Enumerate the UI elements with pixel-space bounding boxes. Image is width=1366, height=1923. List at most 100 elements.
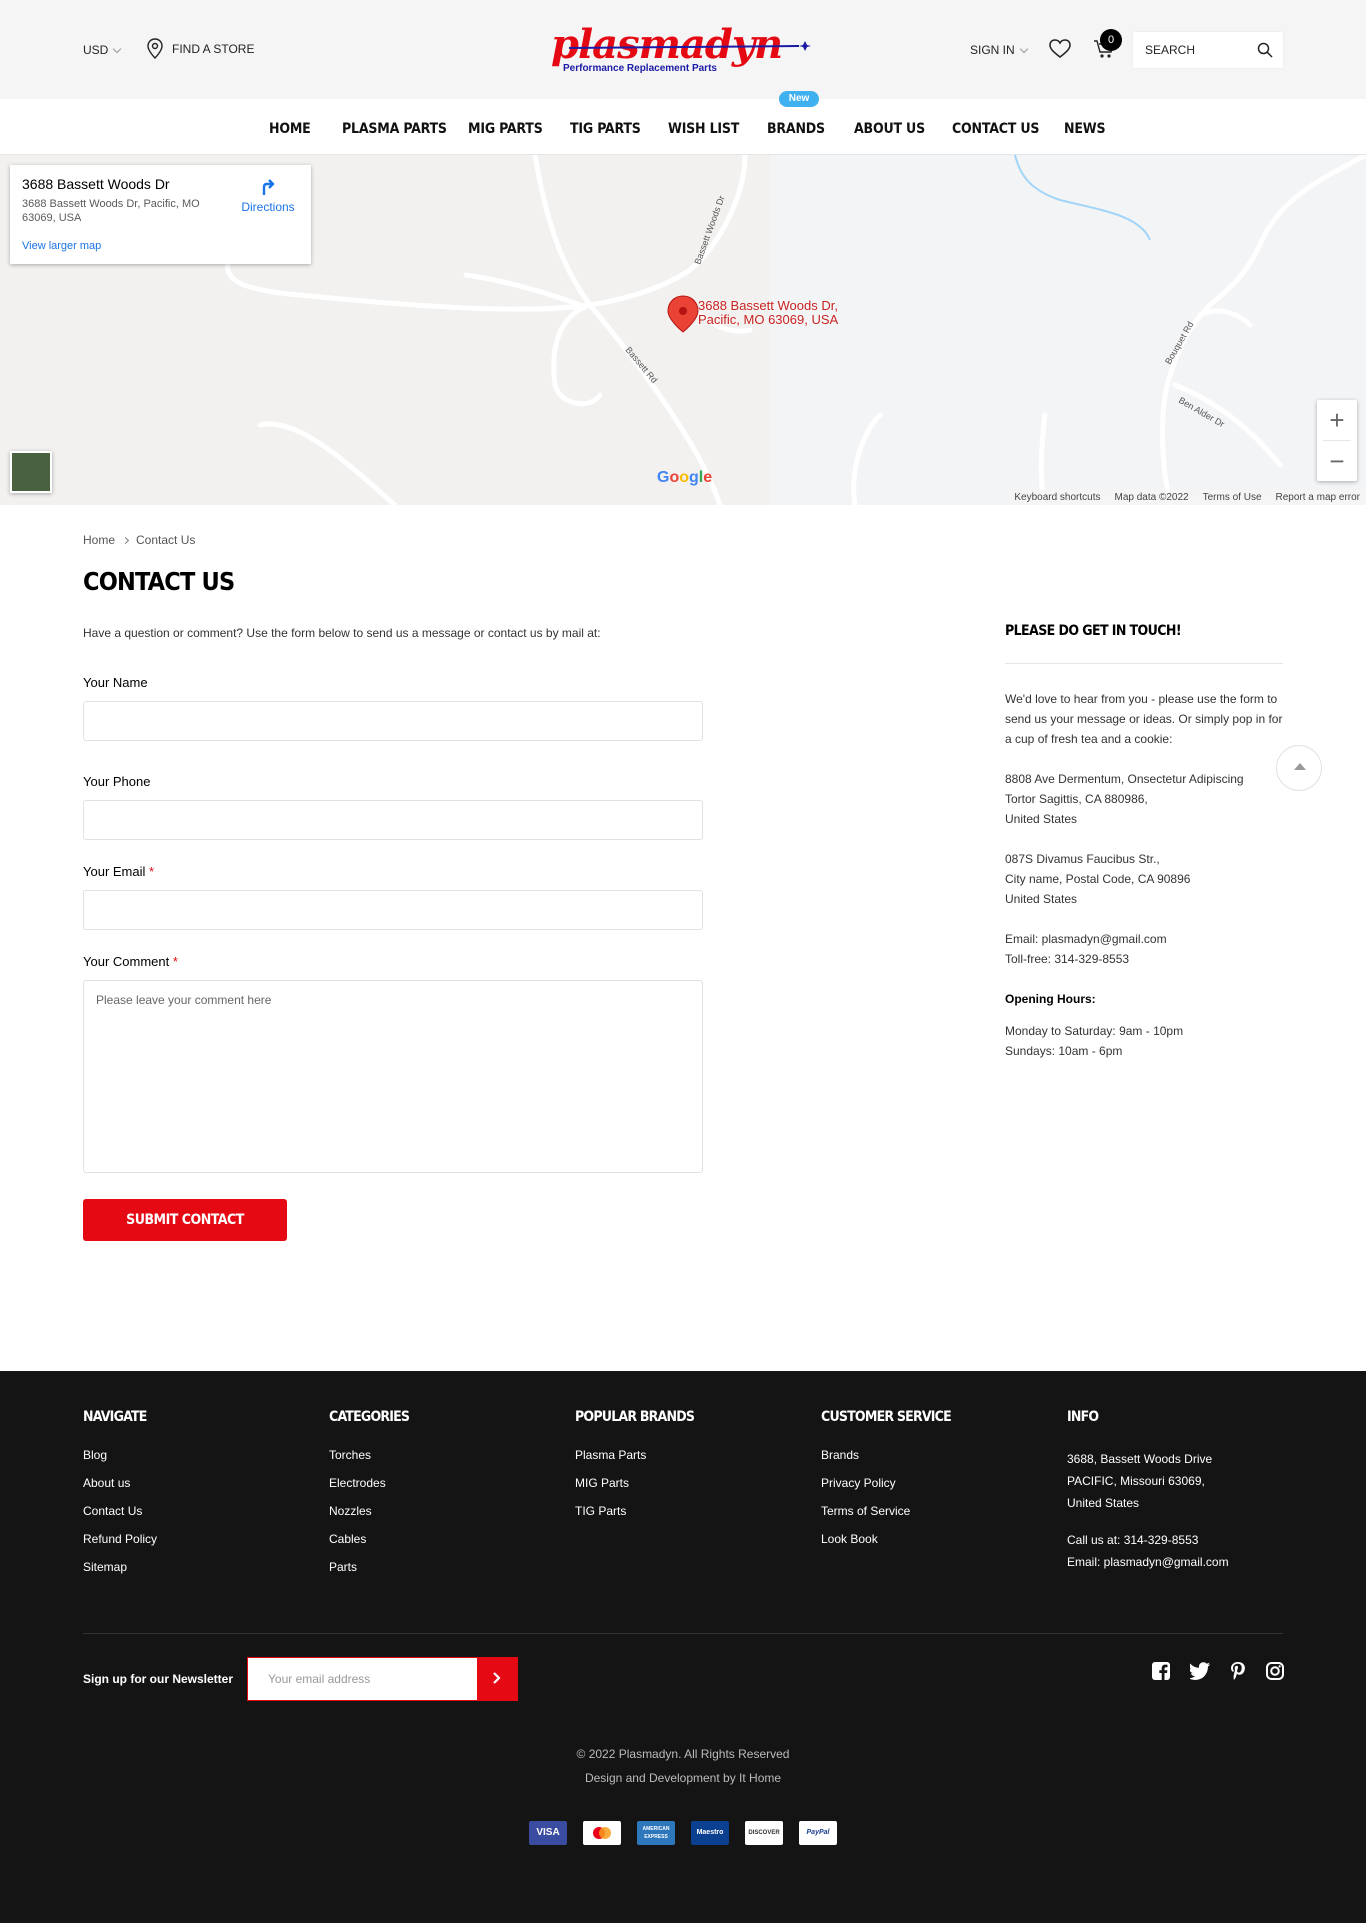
name-field[interactable]	[83, 701, 703, 741]
footer-link[interactable]: Refund Policy	[83, 1532, 157, 1549]
footer-link[interactable]: TIG Parts	[575, 1504, 694, 1521]
comment-label: Your Comment *	[83, 954, 178, 969]
sign-in-link[interactable]: SIGN IN	[970, 43, 1028, 57]
footer-link[interactable]: Terms of Service	[821, 1504, 951, 1521]
nav-plasma-parts[interactable]: PLASMA PARTS	[342, 121, 447, 137]
footer-link[interactable]: Torches	[329, 1448, 409, 1465]
heart-icon[interactable]	[1049, 39, 1071, 59]
paypal-icon: PayPal	[799, 1821, 837, 1845]
breadcrumb-home[interactable]: Home	[83, 533, 115, 547]
footer-link[interactable]: Look Book	[821, 1532, 951, 1549]
newsletter-label: Sign up for our Newsletter	[83, 1672, 234, 1686]
footer-heading: CUSTOMER SERVICE	[821, 1409, 952, 1425]
map-terms-link[interactable]: Terms of Use	[1203, 490, 1262, 505]
footer-link[interactable]: Sitemap	[83, 1560, 157, 1577]
phone-field[interactable]	[83, 800, 703, 840]
footer-customer-service: CUSTOMER SERVICE Brands Privacy Policy T…	[821, 1409, 952, 1560]
cart-count-badge: 0	[1100, 29, 1122, 51]
nav-mig-parts[interactable]: MIG PARTS	[468, 121, 543, 137]
footer-heading: INFO	[1067, 1409, 1099, 1425]
address-line: United States	[1005, 812, 1078, 826]
map-data-label: Map data ©2022	[1114, 492, 1189, 503]
comment-field[interactable]	[83, 980, 703, 1173]
footer-link[interactable]: Privacy Policy	[821, 1476, 951, 1493]
footer-popular-brands: POPULAR BRANDS Plasma Parts MIG Parts TI…	[575, 1409, 695, 1532]
footer-link[interactable]: Cables	[329, 1532, 409, 1549]
mastercard-icon	[583, 1821, 621, 1845]
directions-link[interactable]: Directions	[238, 177, 298, 214]
road-label: Bassett Rd	[623, 345, 659, 385]
amex-icon: AMERICAN EXPRESS	[637, 1821, 675, 1845]
opening-hours-title: Opening Hours:	[1005, 992, 1096, 1006]
sidebar-title: PLEASE DO GET IN TOUCH!	[1005, 623, 1283, 664]
maestro-icon: Maestro	[691, 1821, 729, 1845]
opening-hours: Monday to Saturday: 9am - 10pm Sundays: …	[1005, 1021, 1283, 1061]
google-logo: Google	[657, 469, 713, 486]
satellite-toggle[interactable]	[10, 451, 52, 493]
location-pin-icon	[147, 38, 163, 59]
submit-contact-button[interactable]: SUBMIT CONTACT	[83, 1199, 287, 1241]
twitter-icon[interactable]	[1190, 1662, 1210, 1680]
newsletter-email-input[interactable]	[268, 1658, 468, 1700]
nav-news[interactable]: NEWS	[1064, 121, 1106, 137]
nav-about-us[interactable]: ABOUT US	[854, 121, 925, 137]
footer-link[interactable]: Contact Us	[83, 1504, 157, 1521]
google-map[interactable]: Bassett Woods Dr Bassett Rd Bouquet Rd B…	[0, 155, 1366, 505]
directions-icon	[262, 179, 275, 195]
view-larger-map-link[interactable]: View larger map	[22, 240, 101, 252]
chevron-right-icon	[121, 536, 130, 544]
nav-contact-us[interactable]: CONTACT US	[952, 121, 1039, 137]
currency-label: USD	[83, 43, 109, 57]
footer-link[interactable]: Electrodes	[329, 1476, 409, 1493]
site-logo[interactable]: plasmadyn Performance Replacement Parts	[549, 21, 819, 76]
address-line: 8808 Ave Dermentum, Onsectetur Adipiscin…	[1005, 772, 1244, 786]
discover-icon: DISCOVER	[745, 1821, 783, 1845]
sidebar-address-2: 087S Divamus Faucibus Str., City name, P…	[1005, 849, 1283, 909]
facebook-icon[interactable]	[1152, 1662, 1170, 1680]
nav-brands[interactable]: BRANDS	[767, 121, 825, 137]
newsletter-submit-button[interactable]	[477, 1658, 517, 1700]
phone-label: Your Phone	[83, 774, 151, 789]
email-field[interactable]	[83, 890, 703, 930]
footer-link[interactable]: MIG Parts	[575, 1476, 694, 1493]
credit-link[interactable]: Design and Development by It Home	[0, 1771, 1366, 1785]
footer-link[interactable]: Blog	[83, 1448, 157, 1465]
footer-link[interactable]: About us	[83, 1476, 157, 1493]
find-store-link[interactable]: FIND A STORE	[146, 38, 254, 60]
directions-label: Directions	[241, 200, 295, 214]
search-icon[interactable]	[1257, 42, 1273, 58]
footer-heading: POPULAR BRANDS	[575, 1409, 695, 1425]
address-line: City name, Postal Code, CA 90896	[1005, 872, 1191, 886]
svg-text:Performance Replacement Parts: Performance Replacement Parts	[563, 63, 717, 74]
chevron-down-icon	[1019, 44, 1028, 53]
nav-wish-list[interactable]: WISH LIST	[668, 121, 739, 137]
footer-link[interactable]: Plasma Parts	[575, 1448, 694, 1465]
nav-home[interactable]: HOME	[269, 121, 311, 137]
report-map-error-link[interactable]: Report a map error	[1276, 490, 1360, 505]
nav-tig-parts[interactable]: TIG PARTS	[570, 121, 641, 137]
copyright: © 2022 Plasmadyn. All Rights Reserved	[576, 1747, 790, 1761]
map-pin-label: 3688 Bassett Woods Dr, Pacific, MO 63069…	[698, 299, 838, 327]
footer-link[interactable]: Parts	[329, 1560, 409, 1577]
pin-label-line: Pacific, MO 63069, USA	[698, 312, 839, 327]
email-label: Your Email *	[83, 864, 154, 879]
search-input[interactable]	[1145, 32, 1255, 68]
footer-link[interactable]: Brands	[821, 1448, 951, 1465]
address-line: United States	[1067, 1496, 1140, 1510]
address-line: United States	[1005, 892, 1078, 906]
footer-info: INFO 3688, Bassett Woods Drive PACIFIC, …	[1067, 1409, 1229, 1573]
sidebar-email: Email: plasmadyn@gmail.com	[1005, 932, 1167, 946]
currency-selector[interactable]: USD	[83, 43, 122, 57]
instagram-icon[interactable]	[1266, 1662, 1284, 1680]
footer-link[interactable]: Nozzles	[329, 1504, 409, 1521]
zoom-out-button[interactable]: −	[1317, 441, 1357, 481]
intro-text: Have a question or comment? Use the form…	[83, 626, 601, 640]
zoom-in-button[interactable]: +	[1317, 400, 1357, 440]
map-info-card: 3688 Bassett Woods Dr 3688 Bassett Woods…	[10, 165, 311, 264]
pinterest-icon[interactable]	[1230, 1662, 1246, 1680]
sidebar-address-1: 8808 Ave Dermentum, Onsectetur Adipiscin…	[1005, 769, 1283, 829]
scroll-to-top-button[interactable]	[1276, 745, 1322, 791]
top-header: USD FIND A STORE plasmadyn Performance R…	[0, 0, 1366, 99]
zoom-controls: + −	[1317, 400, 1357, 481]
keyboard-shortcuts-link[interactable]: Keyboard shortcuts	[1014, 490, 1100, 505]
